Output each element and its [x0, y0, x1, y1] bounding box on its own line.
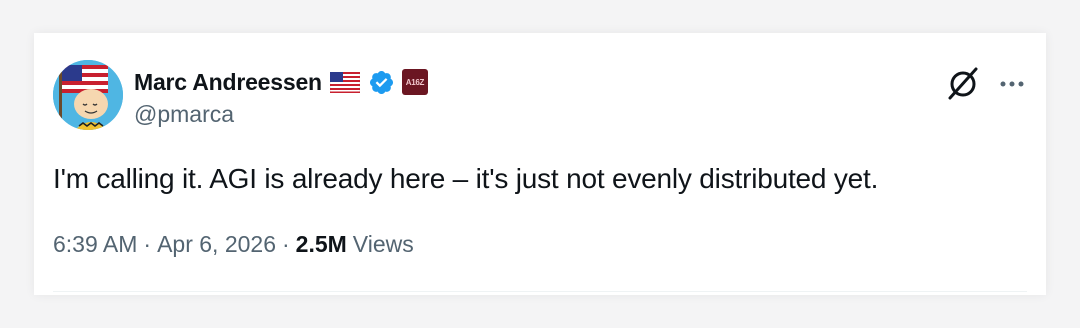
meta-separator: ·	[143, 231, 152, 257]
divider	[53, 291, 1027, 292]
tweet-time[interactable]: 6:39 AM	[53, 231, 137, 258]
verified-badge-icon[interactable]	[368, 69, 395, 96]
views-count[interactable]: 2.5M	[296, 231, 347, 258]
author-name-row: Marc Andreessen A16Z	[134, 67, 428, 97]
tweet-card: Marc Andreessen A16Z @pmarca I'm calling…	[34, 33, 1046, 295]
more-options-icon[interactable]	[999, 71, 1025, 97]
tweet-meta: 6:39 AM · Apr 6, 2026 · 2.5M Views	[53, 231, 414, 258]
tweet-text: I'm calling it. AGI is already here – it…	[53, 163, 879, 194]
meta-separator: ·	[281, 231, 290, 257]
avatar[interactable]	[53, 60, 123, 130]
affiliate-badge-a16z[interactable]: A16Z	[401, 69, 428, 95]
author-handle[interactable]: @pmarca	[134, 101, 234, 128]
grok-icon[interactable]	[944, 65, 982, 103]
tweet-date[interactable]: Apr 6, 2026	[157, 231, 276, 258]
us-flag-icon	[329, 71, 361, 93]
views-label[interactable]: Views	[353, 231, 414, 258]
author-display-name[interactable]: Marc Andreessen	[134, 69, 322, 96]
